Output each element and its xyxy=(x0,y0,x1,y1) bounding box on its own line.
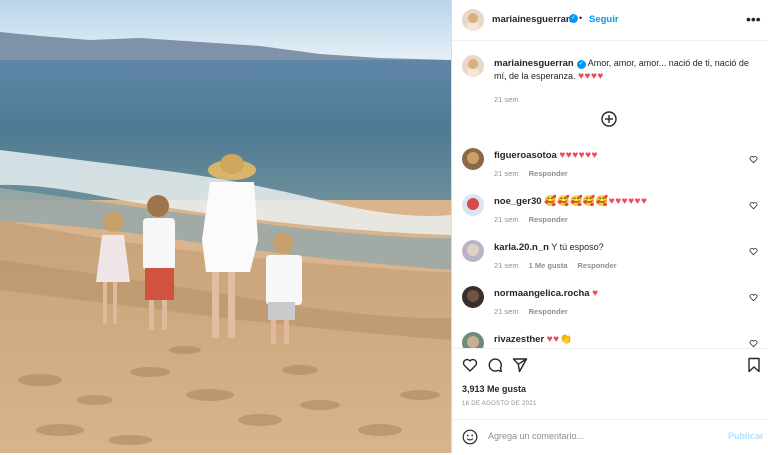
comment-likes[interactable]: 1 Me gusta xyxy=(529,261,568,270)
comment-time: 21 sem xyxy=(494,261,519,270)
author-username[interactable]: mariainesguerran xyxy=(492,14,572,25)
caption-time: 21 sem xyxy=(494,95,519,104)
add-comment-bar: Publicar xyxy=(452,419,768,455)
comment-icon[interactable] xyxy=(487,357,503,373)
comment-heart-icon[interactable] xyxy=(749,155,758,164)
comment-avatar[interactable] xyxy=(462,286,484,308)
comment-username[interactable]: rivazesther xyxy=(494,334,544,345)
comment-avatar[interactable] xyxy=(462,194,484,216)
comment-heart-icon[interactable] xyxy=(749,293,758,302)
more-options-icon[interactable]: ••• xyxy=(746,11,761,27)
caption-username[interactable]: mariainesguerran xyxy=(494,58,574,69)
comment-time: 21 sem xyxy=(494,307,519,316)
post-side-panel: mariainesguerran ✓ • Seguir ••• mariaine… xyxy=(451,0,768,454)
comment-username[interactable]: karla.20.n_n xyxy=(494,242,549,253)
comment-username[interactable]: normaangelica.rocha xyxy=(494,288,590,299)
comment-emojis: 🥰🥰🥰🥰🥰♥♥♥♥♥♥ xyxy=(544,196,648,207)
comment-emojis: ♥ xyxy=(592,288,599,299)
post-actions: 3,913 Me gusta 16 DE AGOSTO DE 2021 Publ… xyxy=(452,348,768,454)
comment-emojis: ♥♥♥♥♥♥ xyxy=(559,150,598,161)
reply-button[interactable]: Responder xyxy=(529,307,568,316)
verified-badge-icon: ✓ xyxy=(576,60,586,69)
comment-username[interactable]: noe_ger30 xyxy=(494,196,542,207)
reply-button[interactable]: Responder xyxy=(529,169,568,178)
post-caption: mariainesguerran ✓ Amor, amor, amor... na… xyxy=(494,57,756,106)
author-avatar[interactable] xyxy=(462,9,484,31)
plus-circle-icon[interactable] xyxy=(601,111,617,127)
comment-emojis: ♥♥👏 xyxy=(546,334,573,345)
post-header: mariainesguerran ✓ • Seguir ••• xyxy=(452,0,768,41)
caption-hearts: ♥♥♥♥ xyxy=(578,71,604,82)
reply-button[interactable]: Responder xyxy=(529,215,568,224)
comment-time: 21 sem xyxy=(494,169,519,178)
follow-button[interactable]: Seguir xyxy=(589,14,619,25)
likes-count[interactable]: 3,913 Me gusta xyxy=(462,384,526,394)
share-icon[interactable] xyxy=(512,357,528,373)
heart-icon[interactable] xyxy=(462,357,478,373)
instagram-post: mariainesguerran ✓ • Seguir ••• mariaine… xyxy=(0,0,768,454)
caption-author-avatar[interactable] xyxy=(462,55,484,77)
verified-badge-icon: ✓ xyxy=(569,14,578,23)
comment-time: 21 sem xyxy=(494,215,519,224)
comment-avatar[interactable] xyxy=(462,240,484,262)
comment-heart-icon[interactable] xyxy=(749,247,758,256)
beach-photo xyxy=(0,0,451,453)
emoji-icon[interactable] xyxy=(462,429,478,445)
post-date: 16 DE AGOSTO DE 2021 xyxy=(462,401,537,407)
comment-input[interactable] xyxy=(488,431,708,441)
bookmark-icon[interactable] xyxy=(746,357,762,373)
comment-heart-icon[interactable] xyxy=(749,201,758,210)
separator-dot: • xyxy=(579,13,583,23)
comment-text: Y tú esposo? xyxy=(551,242,604,252)
comment-heart-icon[interactable] xyxy=(749,339,758,348)
comment-username[interactable]: figueroasotoa xyxy=(494,150,557,161)
post-photo[interactable] xyxy=(0,0,451,453)
reply-button[interactable]: Responder xyxy=(577,261,616,270)
publish-button[interactable]: Publicar xyxy=(728,431,764,441)
comment-avatar[interactable] xyxy=(462,148,484,170)
